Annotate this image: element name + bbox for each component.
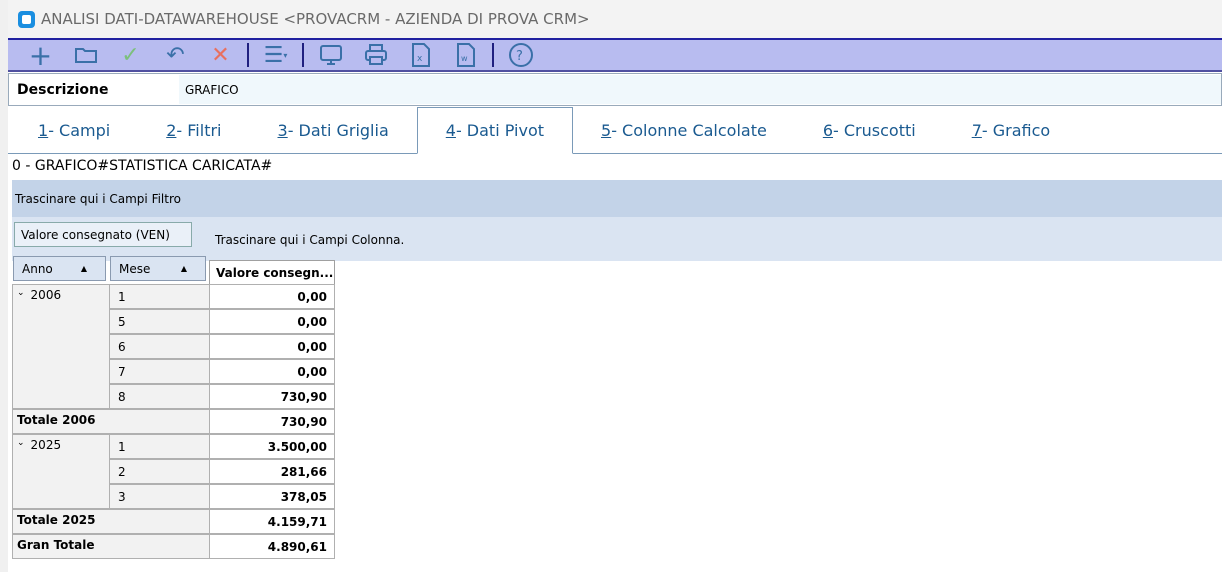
value-cell: 3.500,00 bbox=[209, 434, 335, 459]
separator bbox=[492, 43, 494, 67]
month-row-header: 1 bbox=[109, 284, 210, 309]
total-row-header: Totale 2006 bbox=[12, 409, 210, 434]
tab-label: - Dati Pivot bbox=[455, 121, 544, 140]
left-edge bbox=[0, 0, 8, 572]
tab-label: - Filtri bbox=[176, 120, 222, 140]
value-cell: 0,00 bbox=[209, 334, 335, 359]
tab-2[interactable]: 2 - Filtri bbox=[138, 107, 249, 153]
separator bbox=[302, 43, 304, 67]
value-cell: 0,00 bbox=[209, 284, 335, 309]
tab-number: 1 bbox=[38, 120, 49, 140]
data-field-button[interactable]: Valore consegnato (VEN) bbox=[14, 222, 192, 247]
month-row-header: 3 bbox=[109, 484, 210, 509]
excel-icon[interactable]: x bbox=[398, 40, 443, 70]
app-icon bbox=[18, 10, 35, 28]
tab-label: - Grafico bbox=[981, 120, 1051, 140]
value-cell: 0,00 bbox=[209, 309, 335, 334]
grand-total-value: 4.890,61 bbox=[209, 534, 335, 559]
undo-icon[interactable]: ↶ bbox=[153, 40, 198, 70]
title-bar: ANALISI DATI-DATAWAREHOUSE <PROVACRM - A… bbox=[8, 0, 1222, 38]
tab-7[interactable]: 7 - Grafico bbox=[944, 107, 1079, 153]
add-icon[interactable]: + bbox=[18, 39, 63, 72]
year-row-header[interactable]: ⌄ 2025 bbox=[12, 434, 110, 509]
description-field[interactable]: GRAFICO bbox=[179, 75, 1221, 104]
collapse-icon[interactable]: ⌄ bbox=[17, 288, 25, 298]
grand-total-header: Gran Totale bbox=[12, 534, 210, 559]
total-value-cell: 730,90 bbox=[209, 409, 335, 434]
tab-number: 4 bbox=[445, 121, 456, 140]
year-row-header[interactable]: ⌄ 2006 bbox=[12, 284, 110, 409]
svg-text:x: x bbox=[417, 54, 423, 64]
help-icon[interactable]: ? bbox=[498, 40, 543, 70]
tab-3[interactable]: 3 - Dati Griglia bbox=[250, 107, 417, 153]
month-row-header: 2 bbox=[109, 459, 210, 484]
window-title: ANALISI DATI-DATAWAREHOUSE <PROVACRM - A… bbox=[41, 10, 590, 28]
total-row-header: Totale 2025 bbox=[12, 509, 210, 534]
tab-1[interactable]: 1 - Campi bbox=[8, 107, 138, 153]
value-header[interactable]: Valore consegn... bbox=[209, 260, 335, 285]
tab-number: 3 bbox=[277, 120, 288, 140]
filter-hint: Trascinare qui i Campi Filtro bbox=[15, 191, 181, 206]
tab-number: 5 bbox=[601, 120, 612, 140]
value-cell: 281,66 bbox=[209, 459, 335, 484]
tab-bar: 1 - Campi 2 - Filtri 3 - Dati Griglia 4 - D… bbox=[8, 107, 1222, 154]
month-row-header: 5 bbox=[109, 309, 210, 334]
toolbar: + ✓ ↶ ✕ ☰ ▾ x w ? bbox=[8, 38, 1222, 72]
tab-number: 6 bbox=[822, 120, 834, 140]
month-row-header: 1 bbox=[109, 434, 210, 459]
tab-label: - Colonne Calcolate bbox=[611, 120, 767, 140]
value-cell: 0,00 bbox=[209, 359, 335, 384]
menu-icon[interactable]: ☰ ▾ bbox=[253, 40, 298, 70]
tab-5[interactable]: 5 - Colonne Calcolate bbox=[573, 107, 795, 153]
tab-4[interactable]: 4 - Dati Pivot bbox=[416, 107, 573, 154]
tab-number: 7 bbox=[971, 120, 982, 140]
sort-asc-icon: ▲ bbox=[80, 264, 87, 273]
tab-label: - Dati Griglia bbox=[287, 120, 389, 140]
month-row-header: 6 bbox=[109, 334, 210, 359]
description-label: Descrizione bbox=[17, 81, 109, 98]
print-icon[interactable] bbox=[353, 40, 398, 70]
tab-number: 2 bbox=[166, 120, 177, 140]
svg-text:?: ? bbox=[516, 49, 523, 64]
cancel-icon[interactable]: ✕ bbox=[198, 40, 243, 70]
collapse-icon[interactable]: ⌄ bbox=[17, 438, 25, 448]
field-label: Mese bbox=[119, 261, 151, 276]
svg-text:w: w bbox=[461, 54, 468, 63]
total-value-cell: 4.159,71 bbox=[209, 509, 335, 534]
row-field-mese[interactable]: Mese ▲ bbox=[110, 256, 206, 281]
separator bbox=[247, 43, 249, 67]
sort-asc-icon: ▲ bbox=[180, 264, 187, 273]
description-row: Descrizione GRAFICO bbox=[8, 73, 1222, 106]
field-label: Anno bbox=[22, 261, 53, 276]
value-cell: 730,90 bbox=[209, 384, 335, 409]
value-cell: 378,05 bbox=[209, 484, 335, 509]
row-field-anno[interactable]: Anno ▲ bbox=[13, 256, 106, 281]
column-hint: Trascinare qui i Campi Colonna. bbox=[215, 233, 405, 247]
month-row-header: 7 bbox=[109, 359, 210, 384]
word-icon[interactable]: w bbox=[443, 40, 488, 70]
open-folder-icon[interactable] bbox=[63, 40, 108, 70]
monitor-icon[interactable] bbox=[308, 40, 353, 70]
filter-drop-zone[interactable]: Trascinare qui i Campi Filtro bbox=[12, 180, 1222, 217]
tab-6[interactable]: 6 - Cruscotti bbox=[795, 107, 944, 153]
year-label: 2006 bbox=[30, 288, 62, 302]
confirm-icon[interactable]: ✓ bbox=[108, 40, 153, 70]
year-label: 2025 bbox=[30, 438, 62, 452]
tab-label: - Campi bbox=[48, 120, 111, 140]
tab-label: - Cruscotti bbox=[833, 120, 916, 140]
status-text: 0 - GRAFICO#STATISTICA CARICATA# bbox=[12, 158, 273, 174]
column-drop-zone[interactable] bbox=[12, 217, 1222, 261]
month-row-header: 8 bbox=[109, 384, 210, 409]
